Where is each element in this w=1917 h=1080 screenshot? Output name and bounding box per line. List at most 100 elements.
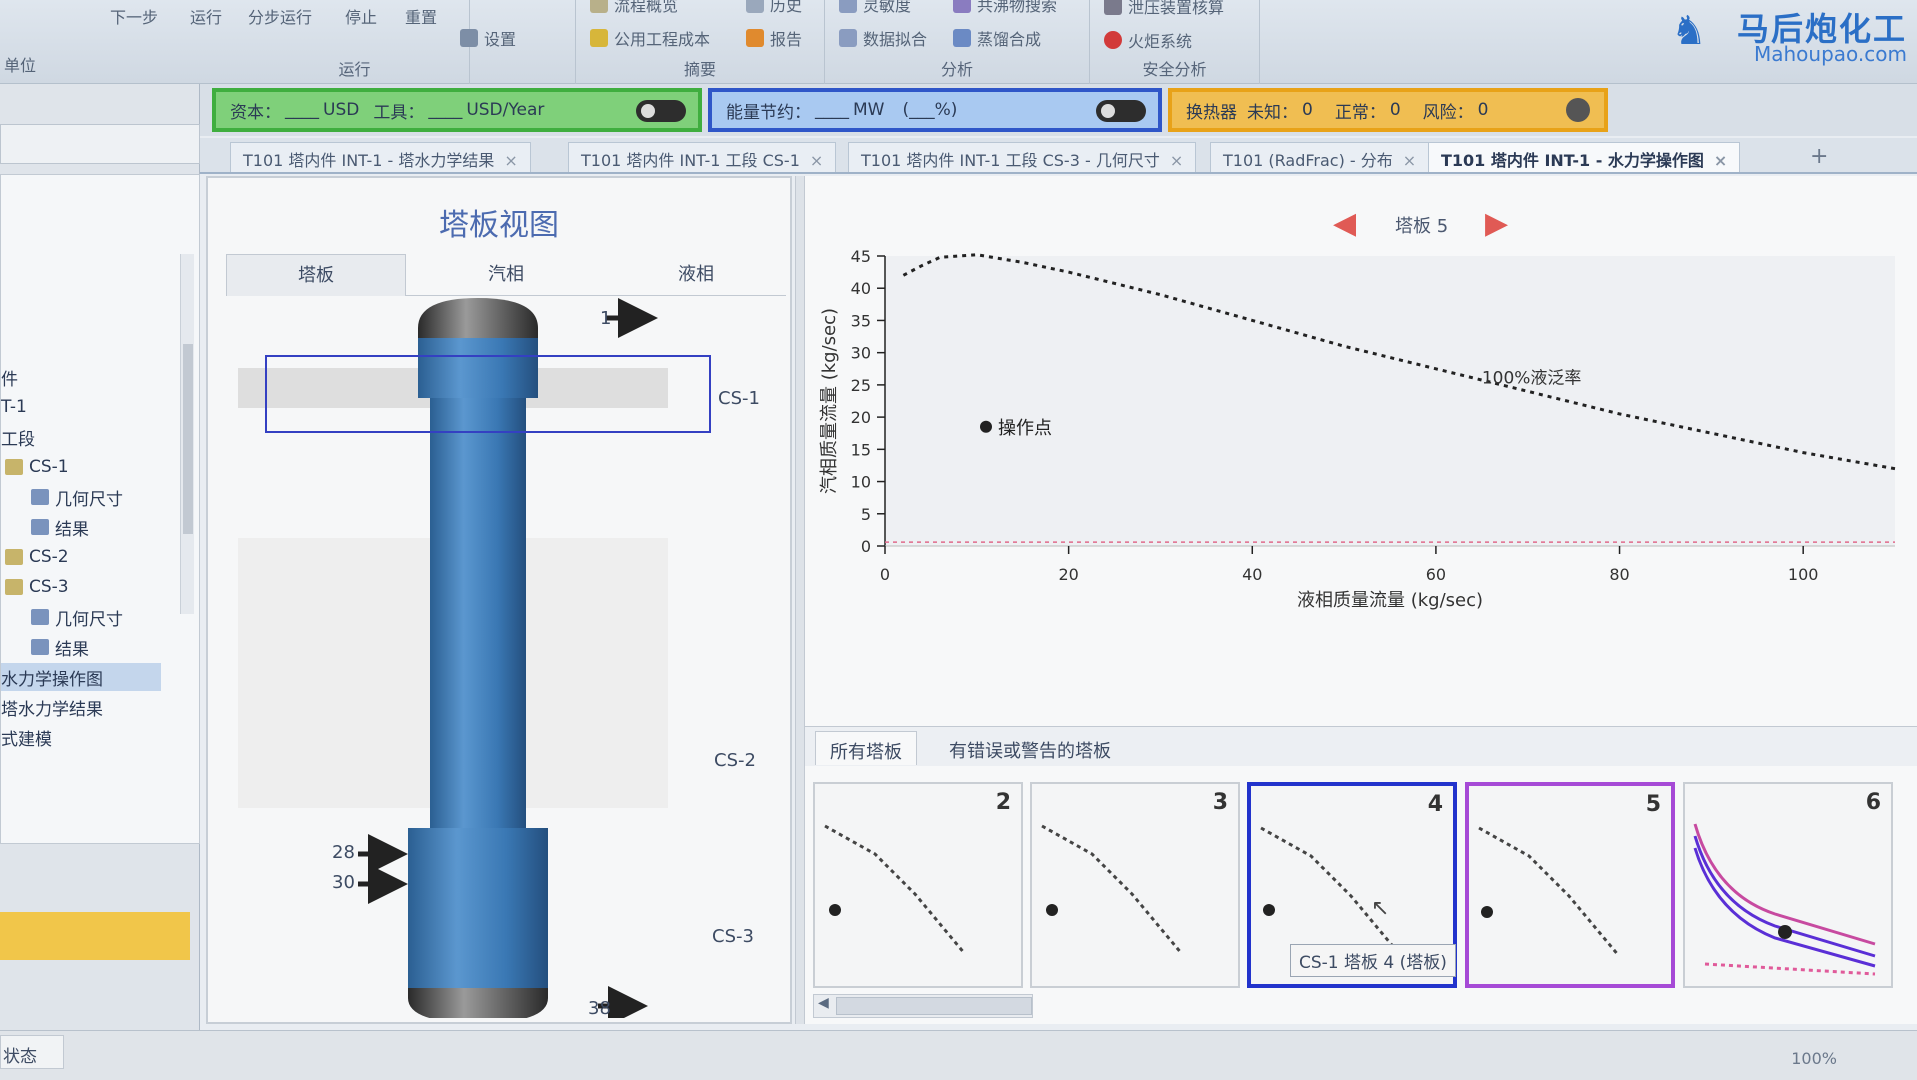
distillation-synthesis-button[interactable]: 蒸馏合成: [953, 26, 1041, 50]
close-icon[interactable]: ×: [1403, 151, 1416, 170]
tab-cs3-geometry[interactable]: T101 塔内件 INT-1 工段 CS-3 - 几何尺寸 ×: [848, 142, 1197, 172]
nav-item-cs1[interactable]: CS-1: [5, 453, 69, 481]
cost-unit: USD: [323, 100, 360, 120]
nav-item[interactable]: T-1: [1, 393, 27, 421]
cost-toggle[interactable]: [636, 100, 686, 122]
ribbon-group-safety: 泄压装置核算 火炬系统 安全分析: [1090, 0, 1260, 84]
flare-system-button[interactable]: 火炬系统: [1104, 28, 1192, 52]
normal-label: 正常：: [1334, 102, 1386, 123]
run-button[interactable]: 运行: [190, 4, 222, 28]
tab-label: T101 塔内件 INT-1 - 水力学操作图: [1441, 151, 1704, 170]
nav-item-hydraulic-plot[interactable]: 水力学操作图: [1, 663, 161, 691]
tray-thumbnail-current[interactable]: 5: [1465, 782, 1675, 988]
tab-cs1[interactable]: T101 塔内件 INT-1 工段 CS-1 ×: [568, 142, 837, 172]
cost-banner: 资本： ____ USD 工具： ____ USD/Year: [212, 88, 702, 132]
tab-error-trays[interactable]: 有错误或警告的塔板: [935, 731, 1125, 765]
data-fit-icon: [839, 29, 857, 47]
nav-item-geometry[interactable]: 几何尺寸: [31, 603, 123, 631]
y-tick-label: 15: [851, 440, 871, 459]
hydraulic-chart[interactable]: 0 5 10 15 20 25 30 35 40 45 0 20 40 60 80 100 100%液泛率操作点…: [805, 246, 1917, 726]
thumbnail-plot: [824, 824, 967, 955]
energy-label: 能量节约：: [726, 102, 811, 123]
tab-label: T101 (RadFrac) - 分布: [1223, 151, 1393, 170]
tray-view-pane: 塔板视图 塔板 汽相 液相 1 28 30 38 CS-1 CS-2 CS-3: [206, 176, 792, 1024]
stop-button[interactable]: 停止: [345, 4, 377, 28]
next-tray-button[interactable]: ▶: [1485, 206, 1508, 241]
close-icon[interactable]: ×: [810, 151, 823, 170]
step-run-button[interactable]: 分步运行: [248, 4, 312, 28]
close-icon[interactable]: ×: [1170, 151, 1183, 170]
exchanger-label: 换热器: [1186, 102, 1237, 123]
mouse-cursor-icon: ↖: [1371, 896, 1390, 921]
top-head: [418, 298, 538, 338]
status-bar: 状态 100%: [0, 1030, 1917, 1080]
column-diagram[interactable]: [208, 298, 790, 1018]
tab-hydraulic-plot[interactable]: T101 塔内件 INT-1 - 水力学操作图 ×: [1428, 142, 1741, 172]
nav-item[interactable]: 件: [1, 363, 18, 391]
nav-item-cs2[interactable]: CS-2: [5, 543, 69, 571]
nav-item-results[interactable]: 结果: [31, 513, 89, 541]
scroll-thumb[interactable]: [183, 344, 193, 534]
y-tick-label: 5: [861, 505, 871, 524]
results-icon: [31, 639, 49, 655]
sensitivity-button[interactable]: 灵敏度: [839, 0, 911, 16]
tray-thumbnail[interactable]: 3: [1030, 782, 1240, 988]
x-tick-label: 80: [1609, 565, 1629, 584]
thumbnail-plot: [1041, 824, 1184, 955]
data-fit-label: 数据拟合: [863, 30, 928, 49]
next-step-button[interactable]: 下一步: [110, 4, 158, 28]
settings-label: 设置: [484, 30, 517, 49]
eye-icon[interactable]: [1566, 98, 1590, 122]
nav-item-hydraulic-results[interactable]: 塔水力学结果: [1, 693, 103, 721]
reset-button[interactable]: 重置: [405, 4, 437, 28]
energy-toggle[interactable]: [1096, 100, 1146, 122]
tab-tray[interactable]: 塔板: [226, 254, 406, 296]
plot-area: [885, 256, 1895, 546]
tab-vapor[interactable]: 汽相: [416, 254, 596, 296]
nav-item-label: 件: [1, 369, 18, 390]
nav-item-results[interactable]: 结果: [31, 633, 89, 661]
relief-sizing-button[interactable]: 泄压装置核算: [1104, 0, 1224, 18]
scroll-thumb[interactable]: [836, 997, 1032, 1015]
tab-radfrac-profile[interactable]: T101 (RadFrac) - 分布 ×: [1210, 142, 1430, 172]
nav-item-label: CS-3: [29, 577, 69, 597]
nav-item-geometry[interactable]: 几何尺寸: [31, 483, 123, 511]
flood-curve-label: 100%液泛率: [1482, 368, 1582, 388]
tab-hydraulic-results[interactable]: T101 塔内件 INT-1 - 塔水力学结果 ×: [230, 142, 531, 172]
settings-button[interactable]: 设置: [460, 26, 516, 50]
nav-item-label: 结果: [55, 639, 89, 660]
tray-thumbnail[interactable]: 2: [813, 782, 1023, 988]
report-button[interactable]: 报告: [746, 26, 802, 50]
nav-scrollbar[interactable]: [180, 254, 194, 614]
tray-number: 3: [1212, 790, 1228, 815]
close-icon[interactable]: ×: [504, 151, 517, 170]
pane-title: 塔板视图: [439, 208, 559, 243]
tray-thumbnail[interactable]: 6: [1683, 782, 1893, 988]
scroll-left-icon[interactable]: ◀: [818, 995, 829, 1011]
tab-all-trays[interactable]: 所有塔板: [815, 731, 917, 765]
nav-search-box[interactable]: [0, 124, 200, 164]
nav-item-cs3[interactable]: CS-3: [5, 573, 69, 601]
nav-item-label: 式建模: [1, 729, 52, 750]
data-fit-button[interactable]: 数据拟合: [839, 26, 927, 50]
flare-icon: [1104, 31, 1122, 49]
nav-item-label: CS-2: [29, 547, 69, 567]
history-button[interactable]: 历史: [746, 0, 802, 16]
folder-icon: [5, 459, 23, 475]
tray-filter-tabs: 所有塔板 有错误或警告的塔板: [805, 726, 1917, 766]
nav-item[interactable]: 工段: [1, 423, 35, 451]
form-icon: [31, 489, 49, 505]
thumbnail-scrollbar[interactable]: ◀: [813, 994, 1033, 1018]
previous-tray-button[interactable]: ◀: [1333, 206, 1356, 241]
add-tab-button[interactable]: +: [1810, 144, 1828, 169]
close-icon[interactable]: ×: [1714, 151, 1727, 170]
overview-icon: [590, 0, 608, 13]
utility-cost-button[interactable]: 公用工程成本: [590, 26, 710, 50]
pane-splitter[interactable]: [795, 176, 805, 1024]
flowsheet-overview-button[interactable]: 流程概览: [590, 0, 678, 16]
azeotrope-search-button[interactable]: 共沸物搜索: [953, 0, 1057, 16]
y-tick-label: 0: [861, 537, 871, 556]
tab-liquid[interactable]: 液相: [606, 254, 786, 296]
nav-item-modeling[interactable]: 式建模: [1, 723, 52, 751]
risk-value: 0: [1477, 100, 1489, 120]
